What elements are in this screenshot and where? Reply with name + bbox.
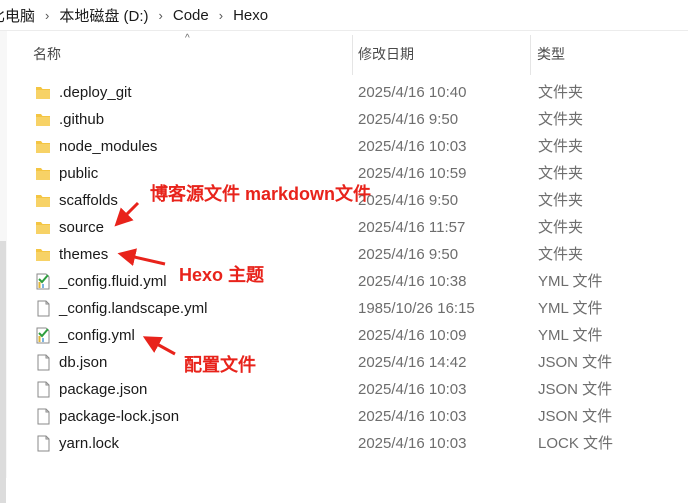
file-name: db.json [59,354,108,371]
address-breadcrumb[interactable]: 比电脑 › 本地磁盘 (D:) › Code › Hexo [0,0,688,30]
file-name: themes [59,246,109,263]
column-divider[interactable] [352,35,353,75]
breadcrumb-code[interactable]: Code [169,7,213,24]
file-date-modified: 2025/4/16 10:03 [358,381,467,398]
file-list: .deploy_git 2025/4/16 10:40 文件夹 .github 2025… [0,79,688,457]
annotation-source: 博客源文件 markdown文件 [150,184,372,204]
annotation-themes: Hexo 主题 [179,265,265,285]
file-name: package.json [59,381,148,398]
file-row[interactable]: yarn.lock 2025/4/16 10:03 LOCK 文件 [0,430,688,457]
blank-file-icon [35,354,51,371]
file-name: .github [59,111,105,128]
file-type: 文件夹 [538,219,584,236]
file-date-modified: 2025/4/16 10:03 [358,408,467,425]
file-type: YML 文件 [538,327,603,344]
file-date-modified: 2025/4/16 9:50 [358,246,459,263]
file-name: _config.yml [59,327,135,344]
folder-icon [35,192,51,209]
folder-icon [35,165,51,182]
file-type: JSON 文件 [538,381,613,398]
yml-file-icon [35,273,51,290]
blank-file-icon [35,435,51,452]
annotation-config: 配置文件 [184,355,256,375]
folder-icon [35,138,51,155]
file-name: _config.fluid.yml [59,273,167,290]
file-type: 文件夹 [538,165,584,182]
file-type: YML 文件 [538,273,603,290]
file-name: node_modules [59,138,158,155]
file-name: .deploy_git [59,84,132,101]
file-date-modified: 2025/4/16 10:40 [358,84,467,101]
file-date-modified: 2025/4/16 14:42 [358,354,467,371]
blank-file-icon [35,408,51,425]
column-header: ^ 名称 修改日期 类型 [7,31,688,77]
folder-icon [35,219,51,236]
file-name: package-lock.json [59,408,180,425]
file-name: public [59,165,99,182]
yml-file-icon [35,327,51,344]
file-date-modified: 1985/10/26 16:15 [358,300,475,317]
breadcrumb-this-pc[interactable]: 比电脑 [0,5,39,26]
file-type: 文件夹 [538,138,584,155]
file-row[interactable]: package.json 2025/4/16 10:03 JSON 文件 [0,376,688,403]
blank-file-icon [35,381,51,398]
breadcrumb-local-disk-d[interactable]: 本地磁盘 (D:) [55,5,152,26]
file-row[interactable]: db.json 2025/4/16 14:42 JSON 文件 [0,349,688,376]
file-date-modified: 2025/4/16 9:50 [358,111,459,128]
file-date-modified: 2025/4/16 10:09 [358,327,467,344]
file-type: 文件夹 [538,192,584,209]
file-row[interactable]: _config.landscape.yml 1985/10/26 16:15 YML… [0,295,688,322]
file-row[interactable]: node_modules 2025/4/16 10:03 文件夹 [0,133,688,160]
file-row[interactable]: package-lock.json 2025/4/16 10:03 JSON 文件 [0,403,688,430]
file-name: yarn.lock [59,435,120,452]
column-header-name[interactable]: 名称 [33,31,61,77]
breadcrumb-hexo[interactable]: Hexo [229,7,272,24]
file-type: 文件夹 [538,246,584,263]
file-name: _config.landscape.yml [59,300,208,317]
file-type: JSON 文件 [538,408,613,425]
file-type: 文件夹 [538,111,584,128]
sort-ascending-icon: ^ [185,33,190,44]
file-type: LOCK 文件 [538,435,614,452]
column-header-date-modified[interactable]: 修改日期 [358,31,414,77]
column-header-type[interactable]: 类型 [537,31,565,77]
file-row[interactable]: .deploy_git 2025/4/16 10:40 文件夹 [0,79,688,106]
file-date-modified: 2025/4/16 11:57 [358,219,466,236]
file-date-modified: 2025/4/16 10:03 [358,138,467,155]
breadcrumb-separator-icon: › [158,7,163,23]
file-date-modified: 2025/4/16 10:59 [358,165,467,182]
breadcrumb-separator-icon: › [218,7,224,23]
file-type: JSON 文件 [538,354,613,371]
column-divider[interactable] [530,35,531,75]
folder-icon [35,246,51,263]
file-name: source [59,219,105,236]
file-type: 文件夹 [538,84,584,101]
file-date-modified: 2025/4/16 9:50 [358,192,459,209]
file-row[interactable]: .github 2025/4/16 9:50 文件夹 [0,106,688,133]
file-row[interactable]: source 2025/4/16 11:57 文件夹 [0,214,688,241]
file-name: scaffolds [59,192,118,209]
folder-icon [35,111,51,128]
file-date-modified: 2025/4/16 10:38 [358,273,467,290]
breadcrumb-separator-icon: › [45,7,50,23]
file-row[interactable]: _config.fluid.yml 2025/4/16 10:38 YML 文件 [0,268,688,295]
file-date-modified: 2025/4/16 10:03 [358,435,467,452]
file-row[interactable]: _config.yml 2025/4/16 10:09 YML 文件 [0,322,688,349]
folder-icon [35,84,51,101]
file-row[interactable]: themes 2025/4/16 9:50 文件夹 [0,241,688,268]
file-type: YML 文件 [538,300,603,317]
blank-file-icon [35,300,51,317]
